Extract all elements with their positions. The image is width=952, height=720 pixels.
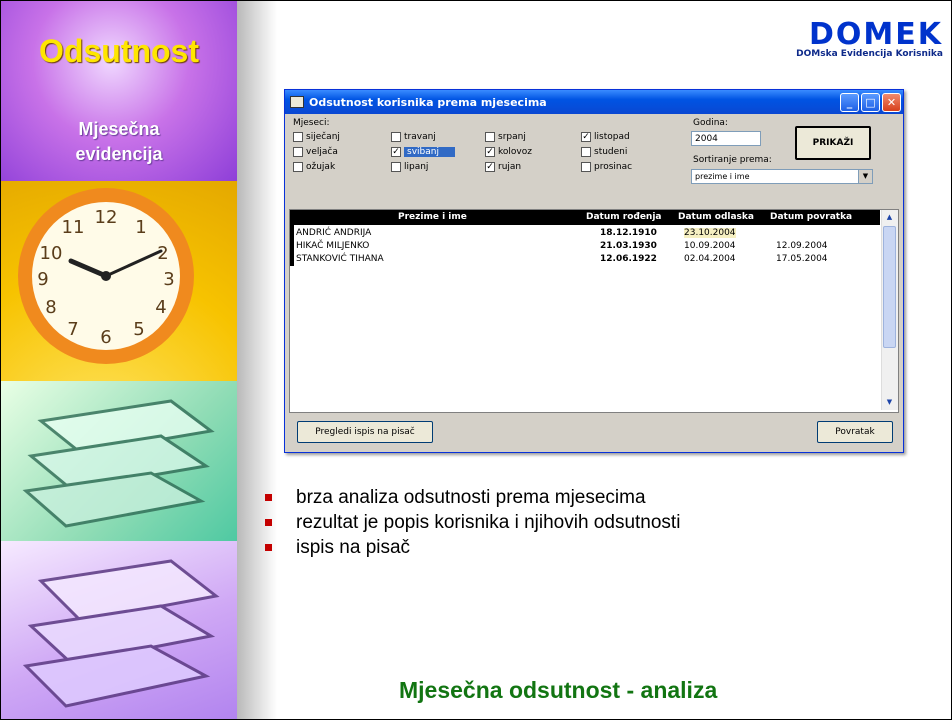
maximize-icon[interactable]: □ [861, 92, 880, 112]
panel-shadow [237, 1, 277, 719]
svg-text:10: 10 [40, 243, 63, 264]
logo-tagline: DOMska Evidencija Korisnika [796, 49, 943, 59]
checkbox-box [391, 162, 401, 172]
svg-text:9: 9 [37, 269, 48, 290]
slide-title: Odsutnost [39, 33, 199, 69]
svg-text:11: 11 [62, 217, 85, 238]
months-label: Mjeseci: [293, 118, 330, 128]
results-table: Prezime i ime Datum rođenja Datum odlask… [289, 209, 899, 413]
bullet-item: rezultat je popis korisnika i njihovih o… [265, 510, 680, 535]
subtitle-line-1: Mjesečna [78, 119, 160, 139]
month-checkbox-1[interactable]: travanj [391, 132, 436, 142]
checkbox-box: ✓ [485, 147, 495, 157]
logo-name: DOMEK [809, 17, 943, 52]
bullet-item: brza analiza odsutnosti prema mjesecima [265, 485, 680, 510]
svg-text:1: 1 [135, 217, 146, 238]
svg-text:6: 6 [100, 327, 111, 348]
slide-subtitle: Mjesečna evidencija [1, 117, 237, 167]
year-input[interactable]: 2004 [691, 131, 761, 146]
table-row[interactable]: STANKOVIĆ TIHANA 12.06.1922 02.04.2004 1… [290, 253, 880, 266]
svg-text:4: 4 [155, 297, 166, 318]
checkbox-box [293, 132, 303, 142]
checkbox-box: ✓ [485, 162, 495, 172]
show-button[interactable]: PRIKAŽI [795, 126, 871, 160]
close-icon[interactable]: ✕ [882, 92, 901, 112]
month-checkbox-3[interactable]: ✓ listopad [581, 132, 630, 142]
checkbox-box [391, 132, 401, 142]
month-checkbox-4[interactable]: veljača [293, 147, 338, 157]
checkbox-box: ✓ [581, 132, 591, 142]
column-header[interactable]: Datum rođenja [586, 212, 662, 222]
svg-text:12: 12 [95, 207, 118, 228]
left-panel: 12 1 2 345 678 9 10 11 Odsutnost Mjesečn… [1, 1, 237, 719]
svg-text:5: 5 [133, 319, 144, 340]
checkbox-box [293, 162, 303, 172]
sort-select[interactable]: prezime i ime ▼ [691, 169, 873, 184]
svg-text:3: 3 [163, 269, 174, 290]
column-header[interactable]: Datum povratka [770, 212, 852, 222]
subtitle-line-2: evidencija [75, 144, 163, 164]
chevron-down-icon[interactable]: ▼ [858, 170, 872, 183]
window-title: Odsutnost korisnika prema mjesecima [309, 95, 547, 109]
window-titlebar[interactable]: Odsutnost korisnika prema mjesecima _ □ … [285, 90, 903, 114]
year-label: Godina: [693, 118, 728, 128]
bullet-list: brza analiza odsutnosti prema mjesecima … [265, 485, 680, 560]
purple-books-image [1, 541, 237, 719]
table-row[interactable]: ANDRIĆ ANDRIJA 18.12.1910 23.10.2004 [290, 227, 880, 240]
app-icon [290, 96, 304, 108]
scroll-up-icon[interactable]: ▲ [883, 211, 896, 224]
print-preview-button[interactable]: Pregledi ispis na pisač [297, 421, 433, 443]
month-checkbox-11[interactable]: prosinac [581, 162, 632, 172]
domek-logo: DOMEK DOMska Evidencija Korisnika [796, 17, 943, 60]
scroll-down-icon[interactable]: ▼ [883, 396, 896, 409]
checkbox-box [293, 147, 303, 157]
column-header[interactable]: Prezime i ime [398, 212, 467, 222]
scrollbar-thumb[interactable] [883, 226, 896, 348]
month-checkbox-5[interactable]: ✓ svibanj [391, 147, 455, 157]
slide-footer: Mjesečna odsutnost - analiza [399, 677, 718, 703]
green-books-image [1, 381, 237, 541]
bullet-icon [265, 494, 272, 501]
table-row[interactable]: HIKAČ MILJENKO 21.03.1930 10.09.2004 12.… [290, 240, 880, 253]
bullet-icon [265, 544, 272, 551]
checkbox-box [581, 147, 591, 157]
checkbox-box: ✓ [391, 147, 401, 157]
back-button[interactable]: Povratak [817, 421, 893, 443]
window-content: Mjeseci: siječanj travanj srpanj ✓ listop… [285, 114, 903, 451]
column-header[interactable]: Datum odlaska [678, 212, 754, 222]
month-checkbox-7[interactable]: studeni [581, 147, 627, 157]
sort-label: Sortiranje prema: [693, 155, 772, 165]
month-checkbox-10[interactable]: ✓ rujan [485, 162, 521, 172]
sort-select-value: prezime i ime [695, 172, 750, 181]
svg-text:8: 8 [45, 297, 56, 318]
bullet-item: ispis na pisač [265, 535, 680, 560]
table-header: Prezime i ime Datum rođenja Datum odlask… [290, 210, 880, 225]
absence-window: Odsutnost korisnika prema mjesecima _ □ … [284, 89, 904, 453]
month-checkbox-8[interactable]: ožujak [293, 162, 335, 172]
checkbox-box [485, 132, 495, 142]
clock-icon: 12 1 2 345 678 9 10 11 [11, 181, 211, 381]
svg-text:7: 7 [67, 319, 78, 340]
vertical-scrollbar[interactable]: ▲ ▼ [881, 210, 898, 410]
month-checkbox-9[interactable]: lipanj [391, 162, 428, 172]
bullet-icon [265, 519, 272, 526]
month-checkbox-0[interactable]: siječanj [293, 132, 340, 142]
checkbox-box [581, 162, 591, 172]
month-checkbox-2[interactable]: srpanj [485, 132, 526, 142]
minimize-icon[interactable]: _ [840, 92, 859, 112]
month-checkbox-6[interactable]: ✓ kolovoz [485, 147, 532, 157]
slide: 12 1 2 345 678 9 10 11 Odsutnost Mjesečn… [0, 0, 952, 720]
